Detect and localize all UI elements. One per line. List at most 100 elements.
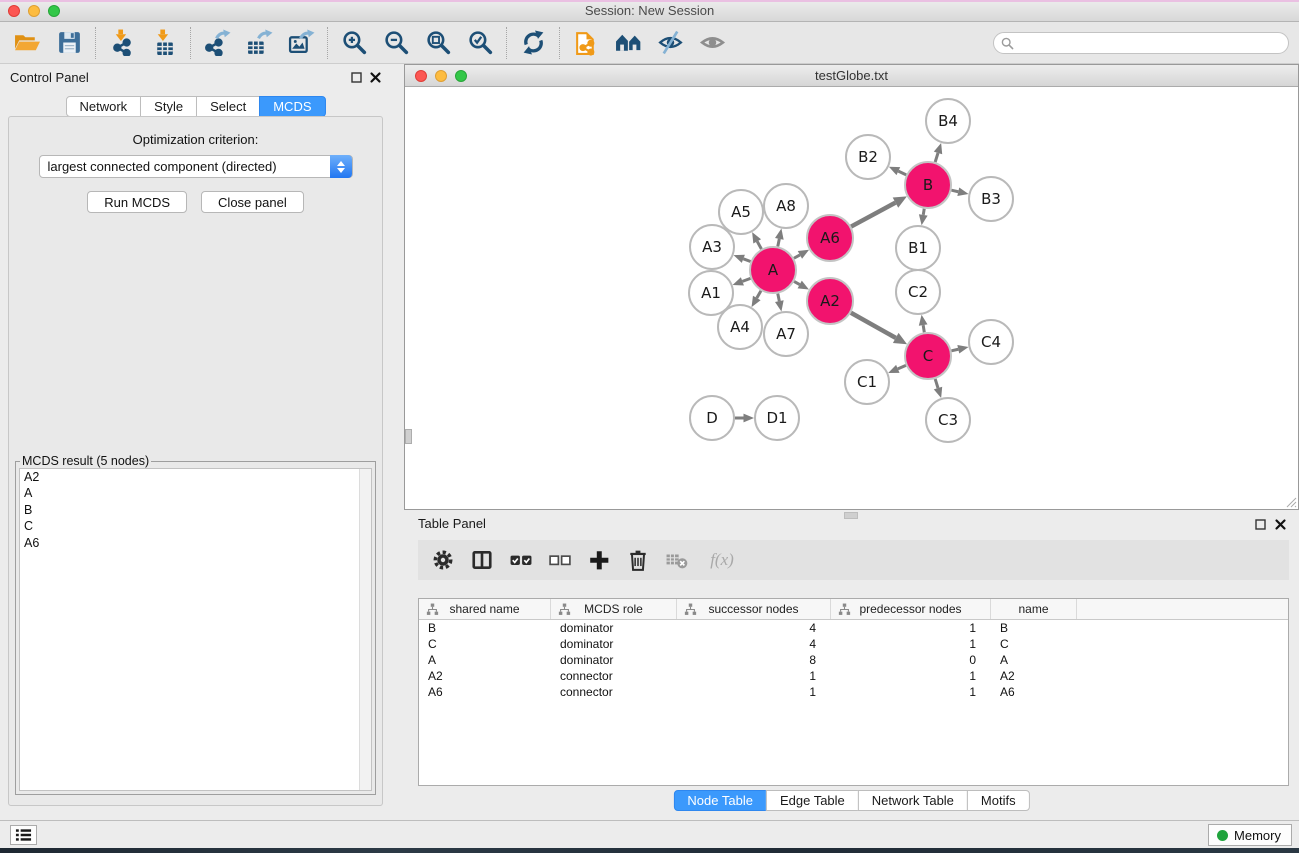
node-D[interactable]: D [690,396,734,440]
export-network-button[interactable] [196,25,238,61]
edge-C-C2[interactable] [923,325,924,332]
split-table-button[interactable] [469,547,495,573]
network-window-titlebar[interactable]: testGlobe.txt [405,65,1298,87]
edge-A-A3[interactable] [743,259,750,262]
result-scrollbar[interactable] [359,469,371,790]
tab-network-table[interactable]: Network Table [858,790,968,811]
add-column-button[interactable] [586,547,612,573]
node-C3[interactable]: C3 [926,398,970,442]
node-C[interactable]: C [905,333,951,379]
node-A3[interactable]: A3 [690,225,734,269]
cell-shared-name[interactable]: C [419,637,551,651]
tab-node-table[interactable]: Node Table [673,790,767,811]
open-session-button[interactable] [6,25,48,61]
zoom-fit-button[interactable] [417,25,459,61]
edge-C-C1[interactable] [898,365,906,368]
new-network-from-file-button[interactable] [565,25,607,61]
cell-MCDS-role[interactable]: connector [551,669,677,683]
horizontal-scroll-handle[interactable] [844,512,858,519]
float-panel-icon[interactable] [350,71,363,84]
node-table[interactable]: shared name MCDS role successor nodes pr… [418,598,1289,786]
cell-name[interactable]: C [991,637,1077,651]
edge-A2-C[interactable] [851,313,896,338]
edge-B-B3[interactable] [951,190,958,192]
edge-B-B2[interactable] [898,171,906,175]
tab-select[interactable]: Select [196,96,260,117]
cell-successor-nodes[interactable]: 1 [677,669,831,683]
network-canvas[interactable]: B4B2BB3A5A8A6B1A3AA1C2A2A4A7CC4C1C3DD1 [405,87,1298,509]
save-session-button[interactable] [48,25,90,61]
edge-A-A7[interactable] [778,294,780,302]
select-all-button[interactable] [508,547,534,573]
node-D1[interactable]: D1 [755,396,799,440]
tab-motifs[interactable]: Motifs [967,790,1030,811]
edge-A-A8[interactable] [778,239,780,247]
cell-MCDS-role[interactable]: dominator [551,621,677,635]
node-B1[interactable]: B1 [896,226,940,270]
import-table-button[interactable] [143,25,185,61]
cell-MCDS-role[interactable]: dominator [551,637,677,651]
cell-name[interactable]: A [991,653,1077,667]
resize-grip-icon[interactable] [1285,496,1297,508]
node-A4[interactable]: A4 [718,305,762,349]
cell-name[interactable]: B [991,621,1077,635]
column-header-shared-name[interactable]: shared name [419,599,551,619]
hide-graphics-details-button[interactable] [649,25,691,61]
node-B4[interactable]: B4 [926,99,970,143]
vertical-scroll-handle[interactable] [405,429,412,444]
column-header-predecessor-nodes[interactable]: predecessor nodes [831,599,991,619]
column-header-successor-nodes[interactable]: successor nodes [677,599,831,619]
result-item[interactable]: C [20,518,371,534]
node-A7[interactable]: A7 [764,312,808,356]
table-row[interactable]: Adominator80A [419,652,1288,668]
node-C1[interactable]: C1 [845,360,889,404]
cell-successor-nodes[interactable]: 4 [677,621,831,635]
task-history-button[interactable] [10,825,37,845]
zoom-selected-button[interactable] [459,25,501,61]
cell-predecessor-nodes[interactable]: 1 [831,637,991,651]
export-image-button[interactable] [280,25,322,61]
search-field[interactable] [993,32,1289,54]
cell-shared-name[interactable]: A2 [419,669,551,683]
node-A2[interactable]: A2 [807,278,853,324]
tab-network[interactable]: Network [65,96,141,117]
cell-MCDS-role[interactable]: dominator [551,653,677,667]
criterion-dropdown[interactable]: largest connected component (directed) [39,155,353,178]
zoom-in-button[interactable] [333,25,375,61]
cell-successor-nodes[interactable]: 4 [677,637,831,651]
tab-style[interactable]: Style [140,96,197,117]
edge-A-A1[interactable] [742,278,750,281]
edge-B-B4[interactable] [935,153,938,162]
cell-name[interactable]: A2 [991,669,1077,683]
run-mcds-button[interactable]: Run MCDS [87,191,187,213]
cell-predecessor-nodes[interactable]: 1 [831,669,991,683]
import-network-button[interactable] [101,25,143,61]
tab-edge-table[interactable]: Edge Table [766,790,859,811]
cell-predecessor-nodes[interactable]: 1 [831,621,991,635]
cell-shared-name[interactable]: B [419,621,551,635]
delete-column-button[interactable] [625,547,651,573]
zoom-out-button[interactable] [375,25,417,61]
node-B2[interactable]: B2 [846,135,890,179]
cell-MCDS-role[interactable]: connector [551,685,677,699]
search-input[interactable] [1018,34,1288,52]
show-graphics-details-button[interactable] [691,25,733,61]
close-table-panel-icon[interactable] [1274,518,1287,531]
cell-shared-name[interactable]: A [419,653,551,667]
mcds-result-list[interactable]: A2ABCA6 [19,468,372,791]
column-header-MCDS-role[interactable]: MCDS role [551,599,677,619]
tab-mcds[interactable]: MCDS [259,96,325,117]
node-B3[interactable]: B3 [969,177,1013,221]
result-item[interactable]: A [20,485,371,501]
edge-A-A4[interactable] [757,291,761,298]
result-item[interactable]: A2 [20,469,371,485]
result-item[interactable]: B [20,502,371,518]
result-item[interactable]: A6 [20,535,371,551]
edge-A-A6[interactable] [794,255,800,258]
home-layout-button[interactable] [607,25,649,61]
column-header-name[interactable]: name [991,599,1077,619]
network-graph[interactable]: B4B2BB3A5A8A6B1A3AA1C2A2A4A7CC4C1C3DD1 [405,87,1298,509]
table-row[interactable]: A2connector11A2 [419,668,1288,684]
deselect-all-button[interactable] [547,547,573,573]
edge-A-A5[interactable] [757,241,761,249]
